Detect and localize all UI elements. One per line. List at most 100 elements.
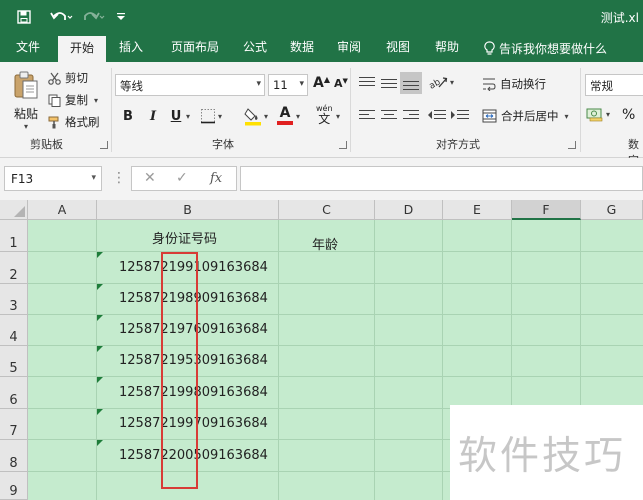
phonetic-guide-button[interactable]: wén 文 (316, 104, 333, 126)
underline-dropdown-icon[interactable]: ▾ (186, 112, 190, 121)
enter-check-icon[interactable]: ✓ (176, 170, 188, 186)
column-header-d[interactable]: D (375, 200, 443, 220)
column-header-b[interactable]: B (97, 200, 279, 220)
error-indicator-icon (97, 252, 103, 258)
percent-style-button[interactable]: % (622, 107, 635, 123)
birth-year-highlight-box (161, 252, 198, 489)
grow-font-icon: A (313, 75, 324, 91)
tab-file[interactable]: 文件 (4, 34, 52, 62)
grow-font-button[interactable]: A ▲ (313, 75, 330, 92)
undo-icon[interactable] (48, 7, 76, 27)
borders-button[interactable]: ▾ (200, 108, 222, 124)
cancel-icon[interactable]: ✕ (144, 170, 156, 186)
increase-indent-icon[interactable] (449, 104, 471, 126)
error-indicator-icon (97, 346, 103, 352)
column-header-f[interactable]: F (512, 200, 581, 220)
align-middle-icon[interactable] (378, 72, 400, 94)
bold-button[interactable]: B (119, 108, 137, 126)
phonetic-dropdown-icon[interactable]: ▾ (336, 112, 340, 121)
ribbon: 粘贴 ▾ 剪切 复制 ▾ 格式刷 剪贴板 等线 ▾ 11 ▾ A ▲ A ▼ B… (0, 62, 643, 167)
redo-icon[interactable] (80, 7, 108, 27)
copy-label: 复制 (65, 93, 88, 107)
chevron-down-icon: ▾ (256, 79, 261, 89)
tab-data[interactable]: 数据 (281, 34, 323, 62)
row-header-3[interactable]: 3 (0, 284, 28, 315)
row-header-1[interactable]: 1 (0, 220, 28, 252)
row-header-9[interactable]: 9 (0, 472, 28, 500)
scissors-icon (48, 72, 61, 85)
column-header-a[interactable]: A (28, 200, 97, 220)
insert-function-icon[interactable]: fx (210, 171, 222, 186)
chevron-down-icon: ▾ (299, 79, 304, 89)
document-title: 测试.xl (600, 11, 639, 25)
error-indicator-icon (97, 409, 103, 415)
alignment-launcher-icon[interactable] (568, 141, 576, 149)
select-all-button[interactable] (0, 200, 28, 220)
cut-button[interactable]: 剪切 (48, 70, 88, 86)
column-header-g[interactable]: G (581, 200, 643, 220)
align-right-icon[interactable] (400, 104, 422, 126)
font-launcher-icon[interactable] (339, 141, 347, 149)
customize-quick-access-icon[interactable] (114, 7, 128, 27)
align-top-icon[interactable] (356, 72, 378, 94)
formula-input[interactable] (240, 166, 643, 191)
tell-me-search[interactable]: 告诉我你想要做什么 (484, 40, 607, 57)
name-box[interactable]: F13 ▾ (4, 166, 102, 191)
cut-label: 剪切 (65, 71, 88, 85)
column-header-e[interactable]: E (443, 200, 512, 220)
paintbrush-icon (48, 116, 61, 129)
decrease-indent-icon[interactable] (426, 104, 448, 126)
wrap-text-icon (482, 77, 496, 91)
row-header-6[interactable]: 6 (0, 377, 28, 409)
cell-c1[interactable]: 年龄 (312, 234, 338, 253)
shrink-font-icon: A (334, 77, 343, 90)
cell-b1[interactable]: 身份证号码 (152, 228, 217, 247)
accounting-format-button[interactable]: ▾ (586, 106, 610, 122)
tab-page-layout[interactable]: 页面布局 (160, 34, 230, 62)
row-header-4[interactable]: 4 (0, 315, 28, 346)
shrink-font-button[interactable]: A ▼ (334, 77, 348, 91)
wrap-text-button[interactable]: 自动换行 (482, 76, 546, 92)
tab-view[interactable]: 视图 (377, 34, 419, 62)
row-header-2[interactable]: 2 (0, 252, 28, 284)
font-group-label: 字体 (212, 138, 234, 151)
row-header-5[interactable]: 5 (0, 346, 28, 377)
align-left-icon[interactable] (356, 104, 378, 126)
clipboard-launcher-icon[interactable] (100, 141, 108, 149)
align-bottom-icon[interactable] (400, 72, 422, 94)
font-color-button[interactable]: A (277, 106, 293, 125)
underline-button[interactable]: U (167, 108, 185, 126)
fill-color-button[interactable]: ▾ (244, 106, 268, 126)
tab-insert[interactable]: 插入 (108, 34, 154, 62)
save-icon[interactable] (14, 7, 34, 27)
orientation-button[interactable]: ab ▾ (428, 74, 454, 90)
tab-review[interactable]: 审阅 (328, 34, 370, 62)
column-header-c[interactable]: C (279, 200, 375, 220)
svg-text:ab: ab (428, 77, 443, 90)
alignment-group-label: 对齐方式 (436, 138, 480, 151)
copy-icon (48, 94, 61, 107)
borders-icon (200, 108, 216, 124)
row-header-7[interactable]: 7 (0, 409, 28, 440)
align-center-icon[interactable] (378, 104, 400, 126)
font-color-dropdown-icon[interactable]: ▾ (296, 112, 300, 121)
tab-help[interactable]: 帮助 (426, 34, 468, 62)
paste-button[interactable]: 粘贴 ▾ (8, 70, 44, 131)
merge-center-button[interactable]: 合并后居中 ▾ (482, 108, 569, 124)
wrap-text-label: 自动换行 (500, 77, 546, 91)
tab-home[interactable]: 开始 (58, 36, 106, 62)
row-header-8[interactable]: 8 (0, 440, 28, 472)
font-size-select[interactable]: 11 ▾ (268, 74, 308, 96)
group-divider (350, 68, 351, 152)
group-divider (111, 68, 112, 152)
copy-button[interactable]: 复制 ▾ (48, 92, 98, 108)
format-painter-button[interactable]: 格式刷 (48, 114, 100, 130)
italic-button[interactable]: I (144, 108, 162, 126)
formula-buttons: ✕ ✓ fx (131, 166, 237, 191)
error-indicator-icon (97, 440, 103, 446)
tab-formulas[interactable]: 公式 (234, 34, 276, 62)
formula-bar-resize-handle[interactable]: ⋮ (112, 170, 126, 186)
number-format-select[interactable]: 常规 (585, 74, 643, 96)
group-divider (580, 68, 581, 152)
font-name-select[interactable]: 等线 ▾ (115, 74, 265, 96)
